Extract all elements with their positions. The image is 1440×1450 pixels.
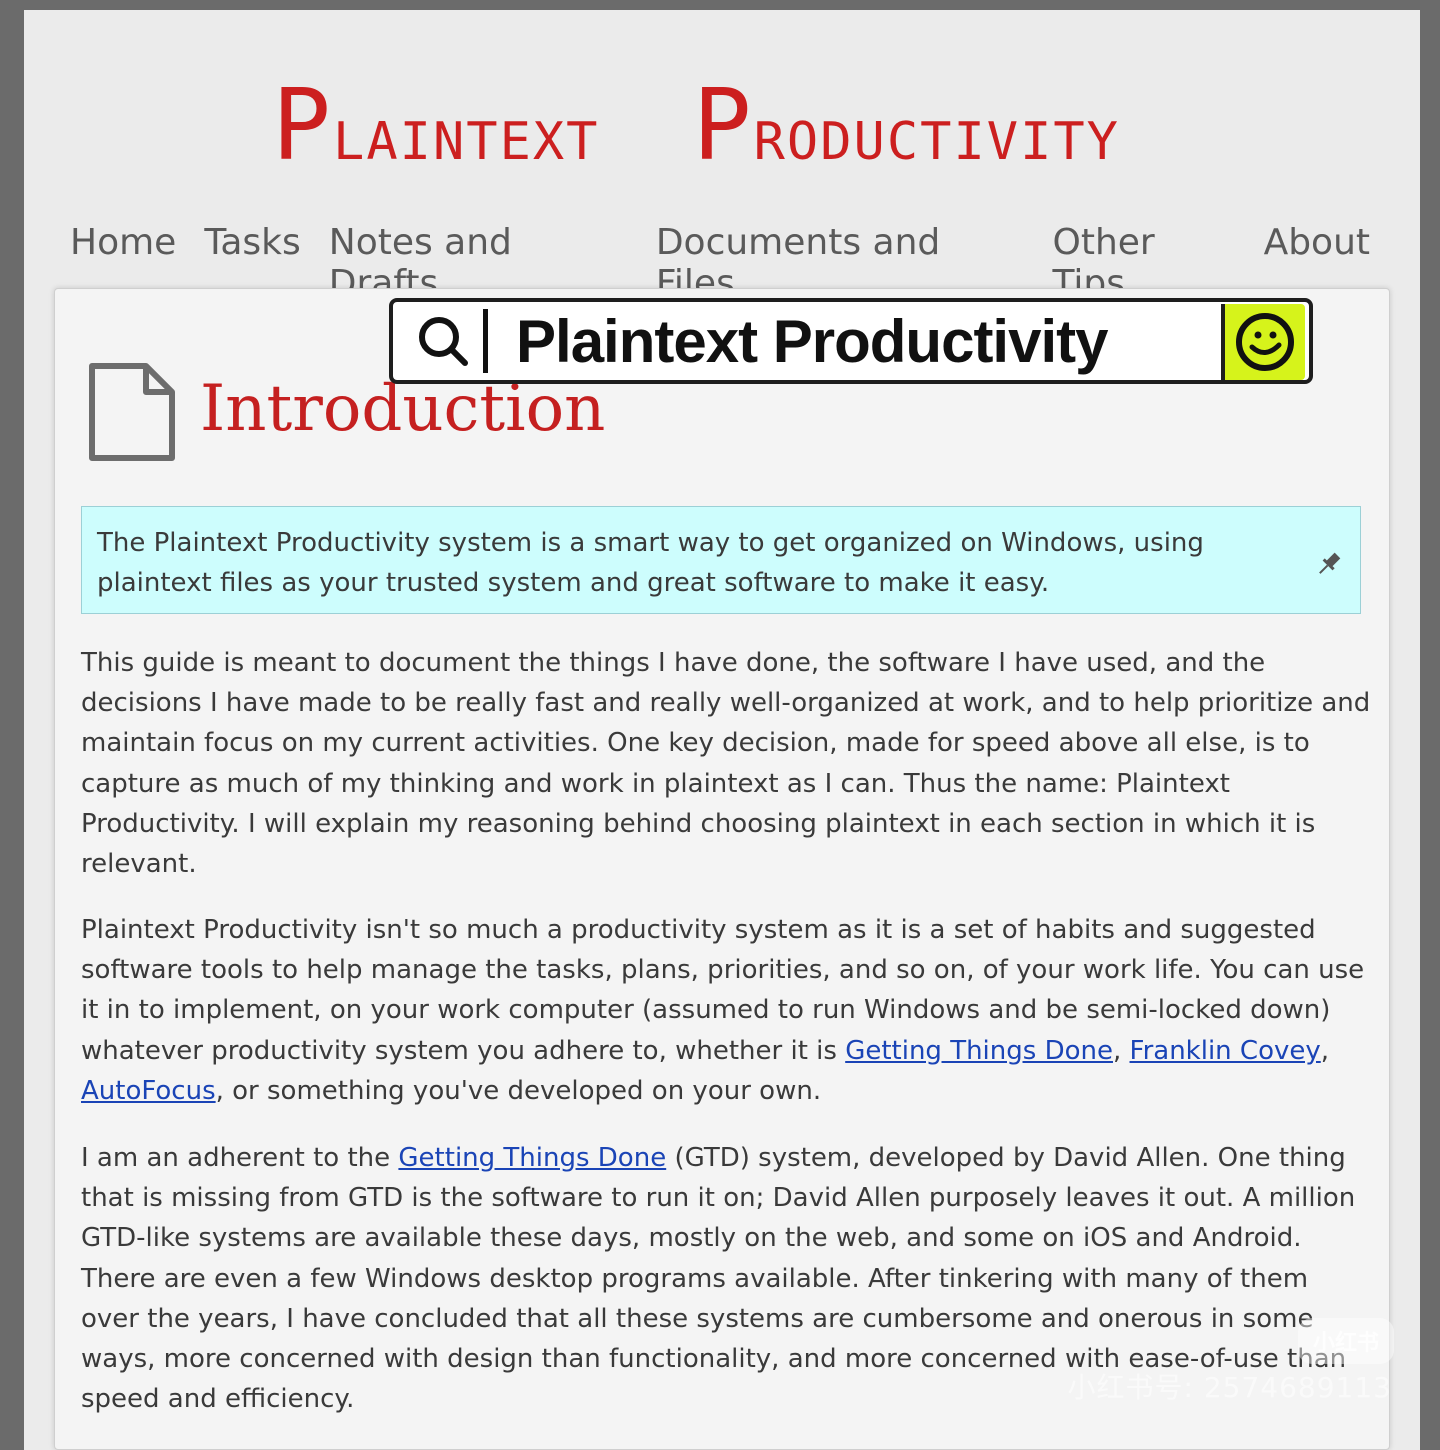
p2-text-b: , or something you've developed on your … <box>215 1075 822 1106</box>
pin-icon[interactable] <box>1314 549 1344 579</box>
link-getting-things-done-2[interactable]: Getting Things Done <box>398 1143 666 1173</box>
link-autofocus[interactable]: AutoFocus <box>81 1076 216 1106</box>
title-initial-1: P <box>272 69 334 183</box>
paragraph-2: Plaintext Productivity isn't so much a p… <box>81 910 1371 1111</box>
search-bar-overlay[interactable]: Plaintext Productivity <box>389 298 1313 384</box>
search-text: Plaintext Productivity <box>516 307 1108 375</box>
p3-text-a: I am an adherent to the <box>81 1143 399 1173</box>
link-franklin-covey[interactable]: Franklin Covey <box>1130 1036 1321 1066</box>
smiley-icon <box>1236 313 1294 371</box>
site-title[interactable]: Plaintext Productivity <box>0 68 1416 186</box>
search-icon <box>419 317 468 366</box>
callout-text: The Plaintext Productivity system is a s… <box>97 528 1204 598</box>
link-getting-things-done[interactable]: Getting Things Done <box>845 1036 1113 1066</box>
intro-callout: The Plaintext Productivity system is a s… <box>81 506 1361 614</box>
watermark-logo: 小红书 <box>1298 1318 1394 1364</box>
p2-separator-2: , <box>1320 1035 1330 1066</box>
title-rest-1: laintext <box>333 91 600 177</box>
smile-button[interactable] <box>1221 304 1305 380</box>
watermark-id: 小红书号: 2574689113 <box>1067 1371 1392 1404</box>
p2-separator-1: , <box>1112 1035 1130 1066</box>
paragraph-1: This guide is meant to document the thin… <box>81 648 1371 880</box>
title-initial-2: P <box>692 69 754 183</box>
title-rest-2: roductivity <box>753 91 1120 177</box>
text-cursor <box>483 309 488 373</box>
document-icon <box>89 363 175 461</box>
